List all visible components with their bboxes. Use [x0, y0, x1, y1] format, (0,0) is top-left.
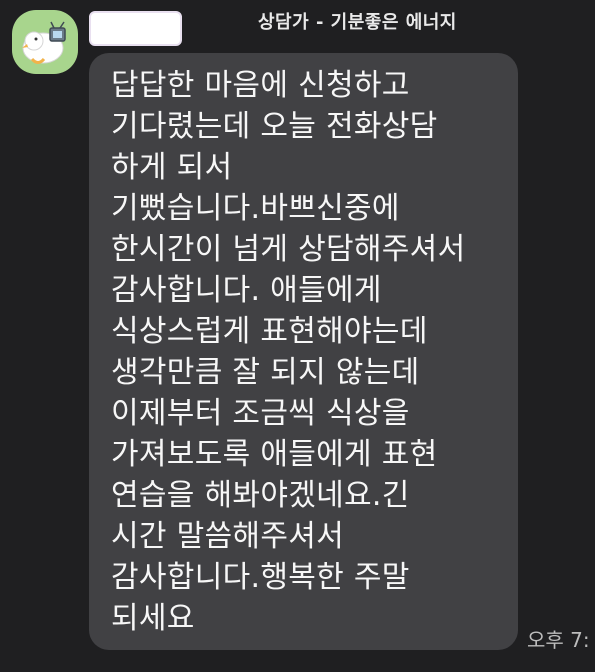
chat-title: 상담가 - 기분좋은 에너지	[258, 12, 457, 33]
message-line: 연습을 해봐야겠네요.긴	[111, 478, 410, 513]
message-line: 생각만큼 잘 되지 않는데	[111, 355, 420, 390]
message-line: 감사합니다. 애들에게	[111, 273, 382, 308]
message-line: 한시간이 넘게 상담해주셔서	[111, 232, 466, 267]
message-timestamp: 오후 7:	[527, 628, 590, 652]
message-line: 하게 되서	[111, 150, 233, 185]
duck-with-tv-icon	[22, 21, 66, 64]
message-line: 기뻤습니다.바쁘신중에	[111, 191, 400, 226]
message-line: 기다렸는데 오늘 전화상담	[111, 109, 438, 144]
sender-name-box[interactable]	[89, 11, 182, 46]
message-line: 되세요	[111, 601, 195, 636]
message-line: 식상스럽게 표현해야는데	[111, 314, 428, 349]
message-line: 이제부터 조금씩 식상을	[111, 396, 410, 431]
message-line: 답답한 마음에 신청하고	[111, 68, 410, 103]
message-line: 시간 말씀해주셔서	[111, 519, 345, 554]
message-line: 감사합니다.행복한 주말	[111, 560, 410, 595]
sender-avatar[interactable]	[12, 10, 78, 74]
message-line: 가져보도록 애들에게 표현	[111, 437, 438, 472]
